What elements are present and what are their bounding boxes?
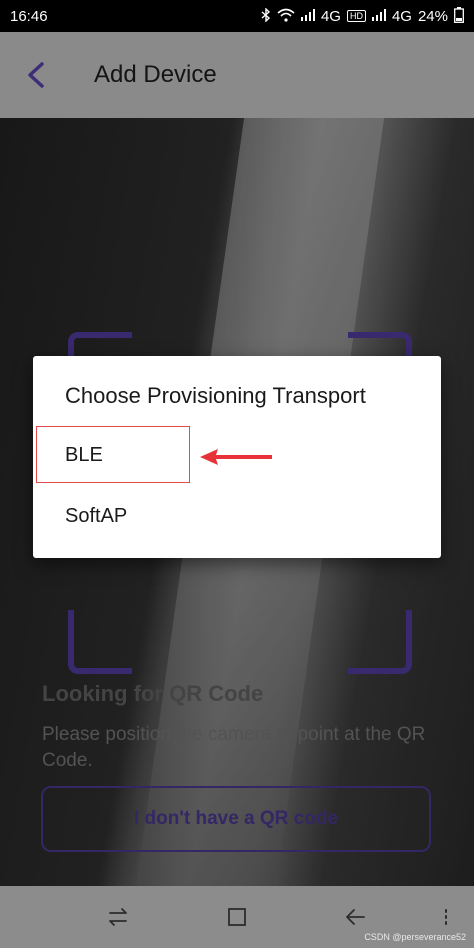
status-bar: 16:46 4G HD 4G 24%: [0, 0, 474, 32]
switch-icon: [109, 908, 127, 926]
network-type-1: 4G: [320, 7, 341, 25]
status-icons: 4G HD 4G 24%: [261, 7, 464, 25]
hd-badge: HD: [346, 10, 366, 22]
wifi-icon: [277, 8, 295, 24]
battery-percent: 24%: [417, 7, 448, 25]
home-square-icon: [228, 908, 246, 926]
app-bar: Add Device: [0, 32, 474, 118]
watermark: CSDN @perseverance52: [364, 932, 466, 942]
page-title: Add Device: [94, 61, 217, 88]
option-label: SoftAP: [65, 505, 128, 527]
battery-icon: [454, 7, 464, 25]
menu-icon: [445, 909, 447, 925]
bluetooth-icon: [261, 7, 271, 24]
signal-icon: [371, 9, 386, 23]
option-softap[interactable]: SoftAP: [33, 487, 441, 549]
annotation-highlight-box: [36, 426, 190, 483]
signal-icon: [300, 9, 315, 23]
back-button[interactable]: [0, 32, 72, 118]
status-time: 16:46: [10, 7, 48, 25]
home-button[interactable]: [207, 886, 267, 948]
chevron-left-icon: [28, 62, 44, 88]
switch-button[interactable]: [88, 886, 148, 948]
dialog-title: Choose Provisioning Transport: [65, 383, 366, 408]
annotation-arrow-icon: [200, 449, 272, 465]
back-arrow-icon: [346, 909, 365, 925]
network-type-2: 4G: [391, 7, 412, 25]
